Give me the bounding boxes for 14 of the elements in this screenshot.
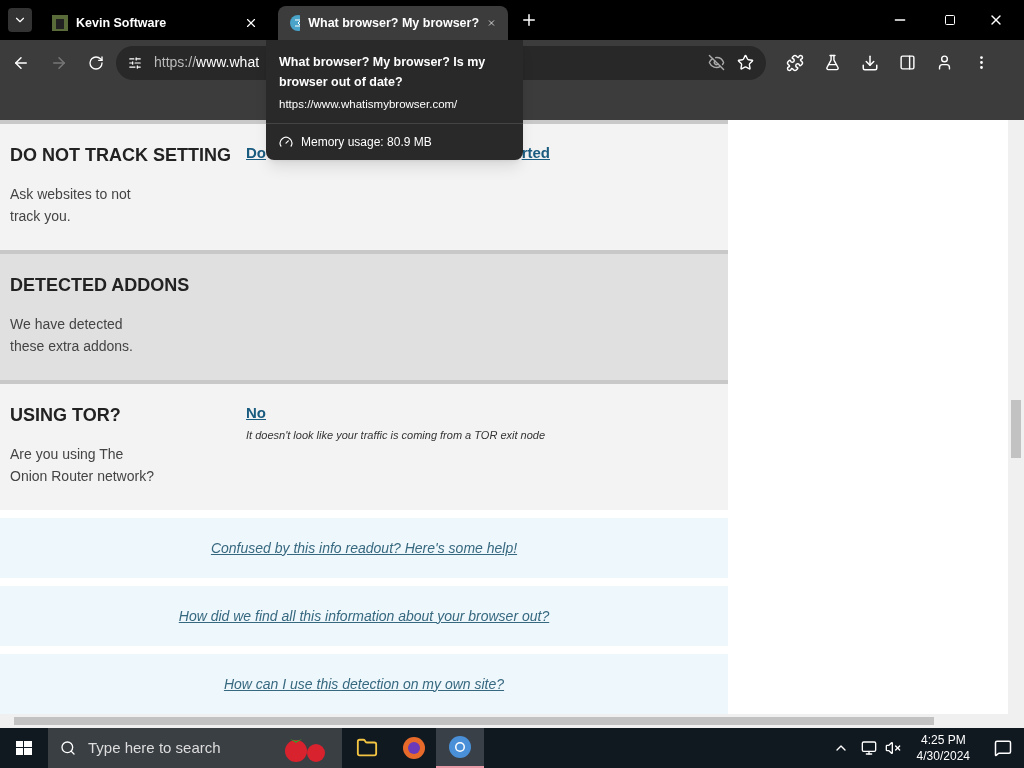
section-description: Ask websites to not track you. <box>10 185 132 226</box>
section-heading: USING TOR? <box>10 404 122 427</box>
section-description: We have detected these extra addons. <box>10 315 134 356</box>
section-heading: DETECTED ADDONS <box>10 274 191 297</box>
section-description: Are you using The Onion Router network? <box>10 445 155 486</box>
result-note: It doesn't look like your traffic is coming from a TOR exit node <box>246 427 547 443</box>
hover-card-title: What browser? My browser? Is my browser out of date? <box>279 54 487 91</box>
url-text: https://www.what <box>154 53 260 72</box>
search-placeholder: Type here to search <box>88 737 222 758</box>
memory-usage-text: Memory usage: 80.9 MB <box>301 134 432 152</box>
tab-title: Kevin Software <box>76 14 168 32</box>
section-heading: DO NOT TRACK SETTING <box>10 144 232 167</box>
tab-title: What browser? My browser? <box>308 14 480 32</box>
hover-card-url: https://www.whatismybrowser.com/ <box>279 97 459 112</box>
